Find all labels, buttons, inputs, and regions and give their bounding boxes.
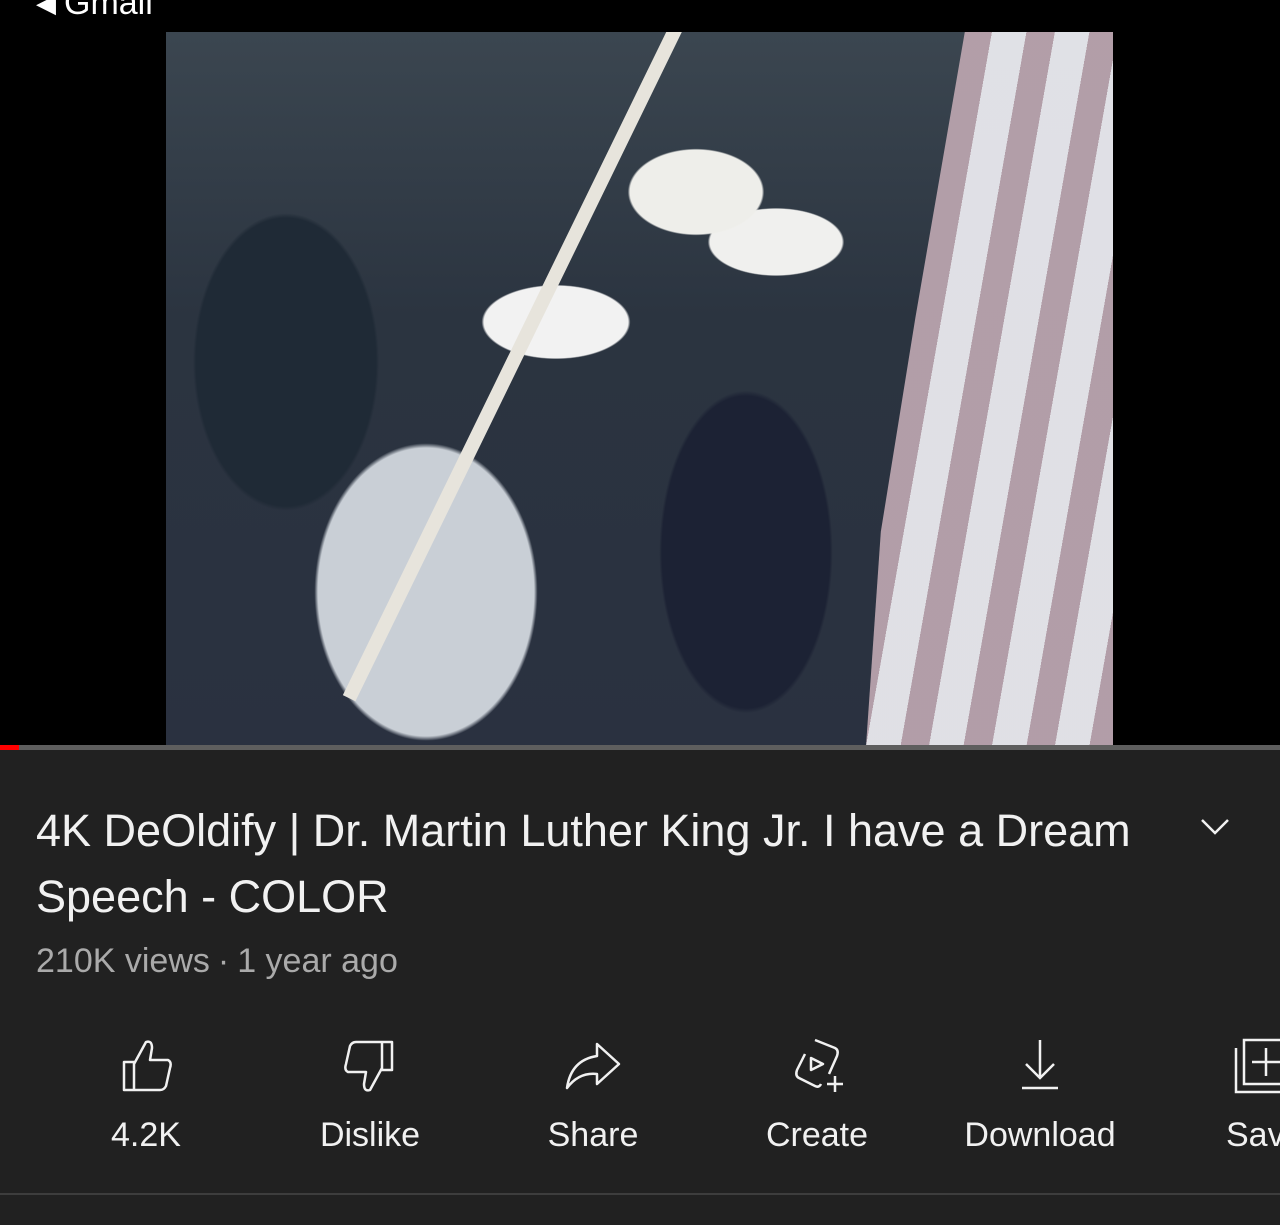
save-button[interactable]: Save bbox=[1160, 1030, 1280, 1160]
dislike-button[interactable]: Dislike bbox=[270, 1030, 470, 1160]
video-frame[interactable] bbox=[166, 32, 1113, 746]
create-label: Create bbox=[765, 1116, 869, 1154]
video-meta[interactable]: 210K views · 1 year ago bbox=[36, 942, 398, 981]
upload-age: 1 year ago bbox=[237, 942, 398, 980]
meta-separator: · bbox=[217, 942, 230, 980]
video-info-panel: 4K DeOldify | Dr. Martin Luther King Jr.… bbox=[0, 750, 1280, 1225]
thumbs-down-icon bbox=[344, 1040, 394, 1092]
dislike-label: Dislike bbox=[319, 1116, 421, 1154]
action-bar: 4.2K Dislike Share Create Download Sav bbox=[0, 1030, 1280, 1170]
share-button[interactable]: Share bbox=[493, 1030, 693, 1160]
view-count: 210K views bbox=[36, 942, 210, 980]
share-label: Share bbox=[547, 1116, 639, 1154]
thumbs-up-icon bbox=[122, 1040, 172, 1092]
video-flagpole bbox=[342, 32, 689, 702]
create-sparkle-icon bbox=[795, 1038, 843, 1092]
like-button[interactable]: 4.2K bbox=[46, 1030, 246, 1160]
download-icon bbox=[1022, 1040, 1058, 1090]
back-triangle-icon: ◀ bbox=[36, 0, 56, 18]
chevron-down-icon[interactable] bbox=[1195, 812, 1235, 842]
like-count: 4.2K bbox=[111, 1116, 181, 1154]
status-bar: ◀ Gmail bbox=[0, 0, 1280, 32]
video-player[interactable] bbox=[0, 32, 1280, 746]
video-title[interactable]: 4K DeOldify | Dr. Martin Luther King Jr.… bbox=[36, 798, 1156, 930]
back-to-gmail-link[interactable]: ◀ Gmail bbox=[36, 0, 153, 20]
create-button[interactable]: Create bbox=[717, 1030, 917, 1160]
download-label: Download bbox=[964, 1116, 1116, 1154]
section-divider bbox=[0, 1193, 1280, 1195]
back-label: Gmail bbox=[64, 0, 153, 22]
share-arrow-icon bbox=[565, 1042, 621, 1090]
video-flag bbox=[866, 32, 1113, 746]
download-button[interactable]: Download bbox=[940, 1030, 1140, 1160]
save-playlist-icon bbox=[1234, 1038, 1280, 1094]
save-label: Save bbox=[1226, 1116, 1280, 1154]
